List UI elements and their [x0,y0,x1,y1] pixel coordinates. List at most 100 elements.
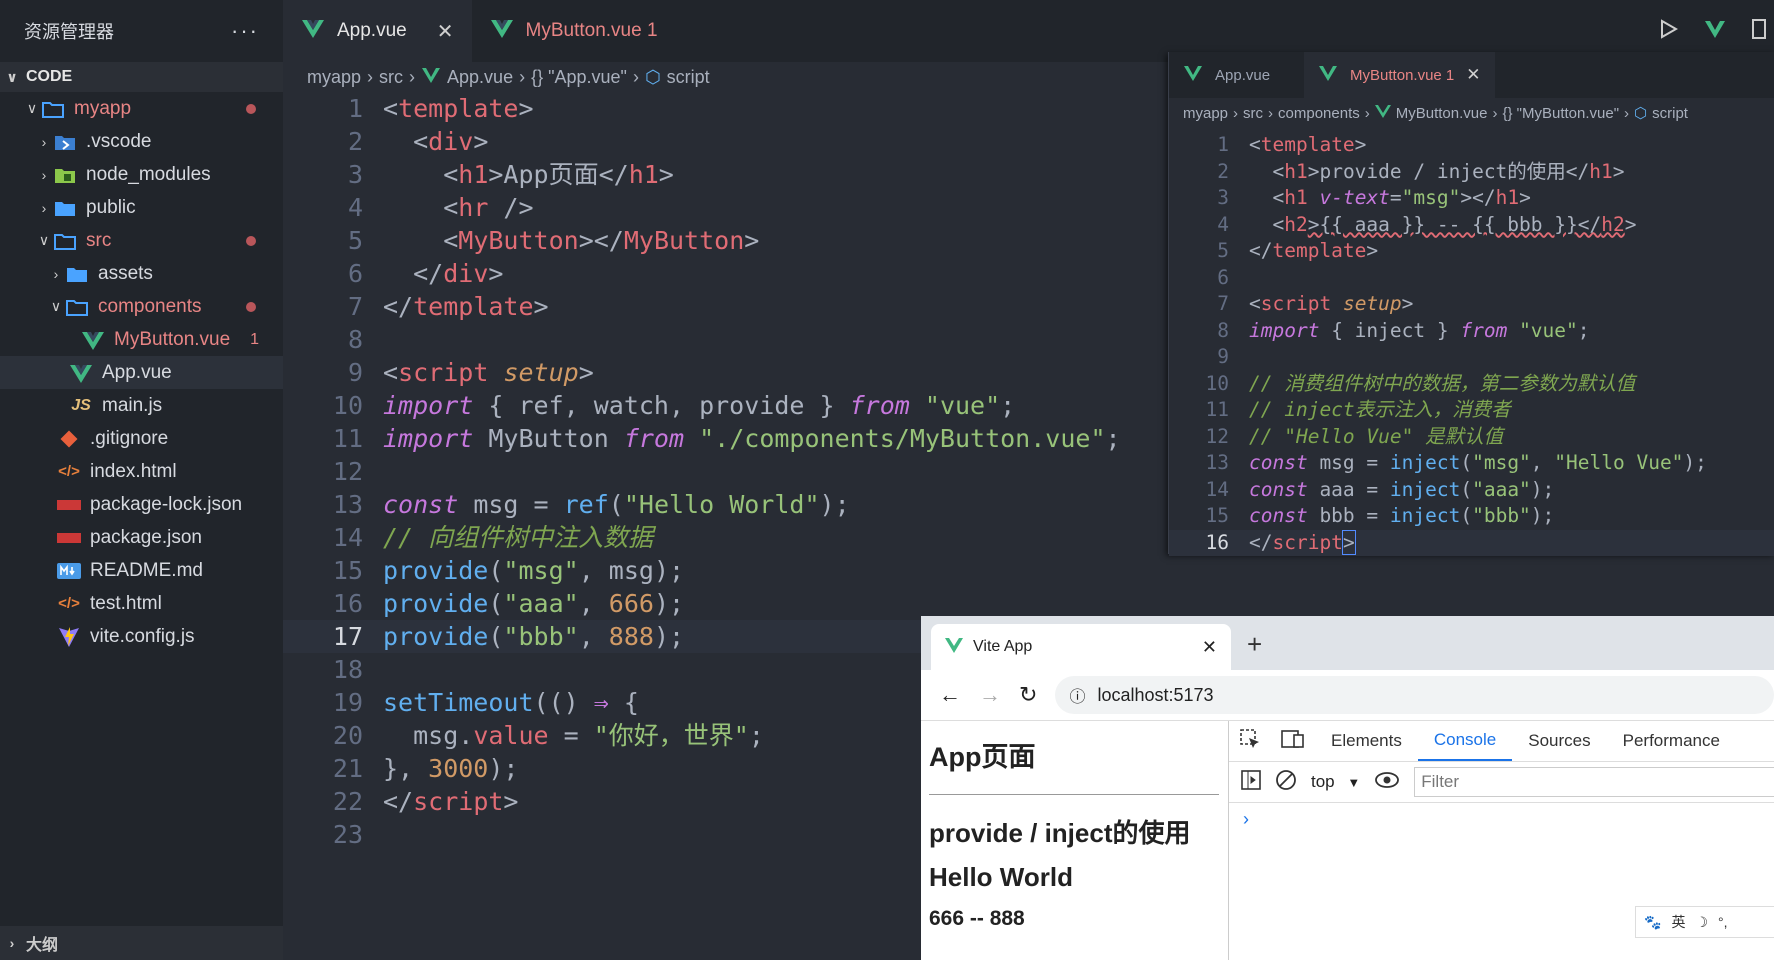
vue-devtools-icon[interactable] [1704,19,1726,44]
tree-item-test-html[interactable]: </> test.html [0,587,283,620]
line-number: 8 [1217,318,1229,342]
tree-item-index-html[interactable]: </> index.html [0,455,283,488]
line-number: 13 [1205,451,1229,474]
address-bar[interactable]: ⓘ localhost:5173 [1055,676,1774,714]
line-number: 9 [347,358,363,387]
inspect-element-icon[interactable] [1229,728,1271,755]
breadcrumb-item[interactable]: App.vue [447,67,513,88]
tree-label: public [86,196,136,218]
html-file-icon: </> [58,463,80,480]
vue-file-icon [1318,65,1338,85]
tree-item-mybutton-vue[interactable]: MyButton.vue 1 [0,323,283,356]
line-number: 2 [1217,159,1229,183]
tree-item-node-modules[interactable]: › node_modules [0,158,283,191]
values-heading: 666 -- 888 [929,907,1025,930]
breadcrumb-item[interactable]: {} "MyButton.vue" [1502,105,1619,122]
breadcrumb-item[interactable]: src [1243,105,1263,122]
tree-label: .gitignore [90,427,169,449]
folder-open-icon [40,99,66,119]
tree-item-assets[interactable]: › assets [0,257,283,290]
tree-item-myapp[interactable]: ∨ myapp [0,92,283,125]
folder-icon [64,264,90,284]
tree-label: package.json [90,526,202,548]
browser-tab-strip: Vite App ✕ + [921,616,1774,670]
workspace-section-header[interactable]: ∨ CODE [0,62,283,92]
live-expression-eye-icon[interactable] [1374,771,1400,794]
tree-item-package-lock-json[interactable]: package-lock.json [0,488,283,521]
breadcrumb-item[interactable]: components [1278,105,1360,122]
vue-file-icon [490,18,514,44]
close-tab-icon[interactable]: ✕ [1202,637,1217,658]
line-number: 23 [332,820,363,849]
site-info-icon[interactable]: ⓘ [1069,683,1085,707]
tree-item-app-vue[interactable]: App.vue [0,356,283,389]
breadcrumb-item[interactable]: {} "App.vue" [531,67,627,88]
page-divider [929,794,1219,795]
context-select[interactable]: top ▼ [1311,772,1360,792]
line-number: 20 [332,721,363,750]
tree-item-gitignore[interactable]: .gitignore [0,422,283,455]
devtools-tab-console[interactable]: Console [1417,721,1513,761]
breadcrumb-item[interactable]: MyButton.vue [1396,105,1488,122]
sidebar-toggle-icon[interactable] [1241,769,1261,795]
breadcrumb-item[interactable]: src [379,67,403,88]
code-line: 10// 消费组件树中的数据，第二参数为默认值 [1169,371,1774,398]
tree-label: main.js [102,394,163,416]
file-tree: ∨ myapp › .vscode › node_modules › publi… [0,92,283,653]
tab-app-vue[interactable]: App.vue ✕ [283,0,472,62]
tab-app-vue[interactable]: App.vue [1169,52,1284,98]
ime-mode[interactable]: 英 [1671,912,1685,932]
tree-item-vite-config-js[interactable]: vite.config.js [0,620,283,653]
tree-item-vscode[interactable]: › .vscode [0,125,283,158]
reload-icon[interactable]: ↻ [1019,682,1037,708]
device-toolbar-icon[interactable] [1271,728,1315,755]
browser-tab[interactable]: Vite App ✕ [931,624,1231,670]
clear-console-icon[interactable] [1275,769,1297,796]
back-icon[interactable]: ← [939,682,961,708]
markdown-icon [56,561,82,581]
run-icon[interactable] [1660,18,1679,44]
more-actions-icon[interactable]: ··· [231,18,259,44]
console-filter-input[interactable]: Filter [1414,767,1774,797]
devtools-tabs: Elements Console Sources Performance [1229,721,1774,762]
devtools-tab-performance[interactable]: Performance [1607,721,1736,761]
line-number: 13 [332,490,363,519]
moon-icon[interactable]: ☽ [1695,914,1708,931]
tree-label: assets [98,262,153,284]
close-tab-icon[interactable]: ✕ [1466,65,1480,85]
tree-item-main-js[interactable]: JS main.js [0,389,283,422]
breadcrumb-item[interactable]: script [1652,105,1688,122]
tree-item-src[interactable]: ∨ src [0,224,283,257]
breadcrumb-item[interactable]: myapp [1183,105,1228,122]
code-area[interactable]: 1 <template> 2 <h1>provide / inject的使用</h… [1169,132,1774,556]
devtools-tab-elements[interactable]: Elements [1315,721,1418,761]
tree-item-package-json[interactable]: package.json [0,521,283,554]
line-number: 12 [1205,424,1229,448]
folder-icon [52,198,78,218]
new-tab-icon[interactable]: + [1247,629,1262,660]
breadcrumb-item[interactable]: myapp [307,67,361,88]
code-line: 6 [1169,265,1774,292]
line-number: 3 [347,160,363,189]
close-tab-icon[interactable]: ✕ [437,19,454,44]
tab-mybutton-vue[interactable]: MyButton.vue 1 [472,0,676,62]
paw-icon: 🐾 [1644,913,1662,930]
punctuation-icon[interactable]: °, [1718,914,1728,930]
tree-item-public[interactable]: › public [0,191,283,224]
console-prompt-icon[interactable]: › [1229,803,1774,836]
tree-item-components[interactable]: ∨ components [0,290,283,323]
modified-dot [246,301,256,312]
split-editor-icon[interactable] [1752,18,1766,44]
tree-item-readme-md[interactable]: README.md [0,554,283,587]
browser-tab-title: Vite App [973,638,1033,655]
breadcrumb-item[interactable]: script [667,67,710,88]
outline-section-header[interactable]: › 大纲 [0,926,283,960]
line-number: 12 [332,457,363,486]
tab-mybutton-vue[interactable]: MyButton.vue 1 ✕ [1304,52,1495,98]
devtools-tab-sources[interactable]: Sources [1512,721,1606,761]
code-line: 2 <h1>provide / inject的使用</h1> [1169,159,1774,186]
filter-placeholder: Filter [1421,772,1460,791]
forward-icon[interactable]: → [979,682,1001,708]
code-line: 15 provide("msg", msg); [283,554,1774,587]
code-line: 7 <script setup> [1169,291,1774,318]
